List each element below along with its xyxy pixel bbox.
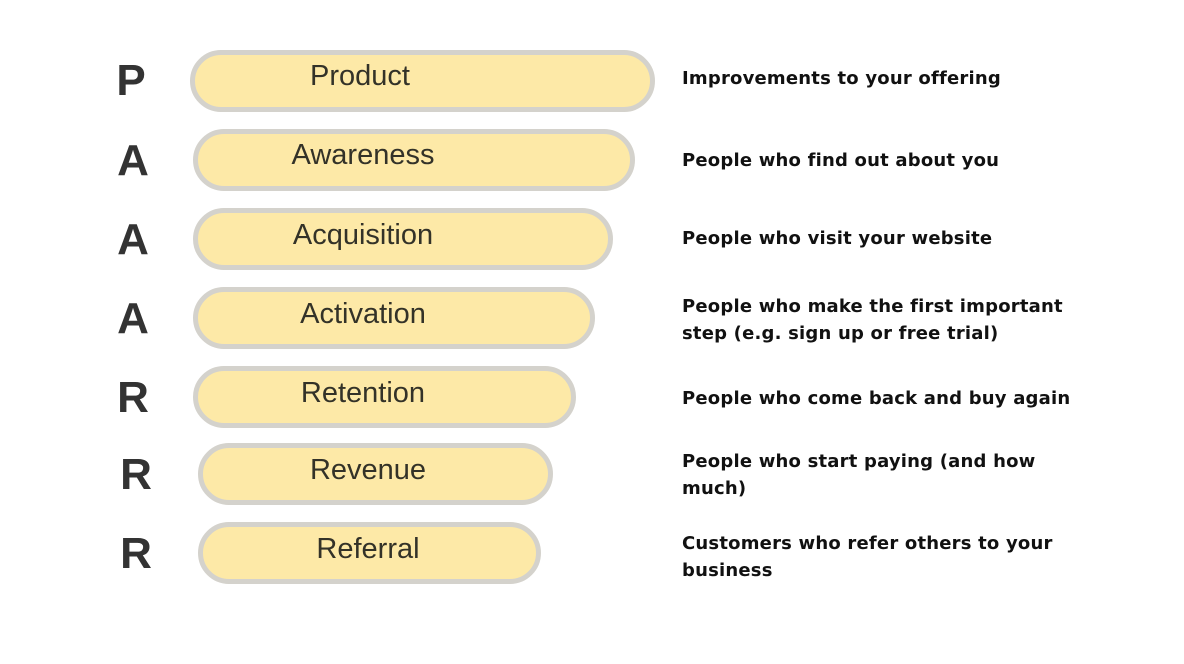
stage-description: People who visit your website: [682, 228, 993, 249]
stage-label: Awareness: [291, 139, 435, 171]
row-letter: A: [117, 215, 149, 264]
stage-label: Referral: [316, 533, 420, 565]
stage-description: People who come back and buy again: [682, 388, 1071, 409]
row-letter: R: [120, 450, 152, 499]
stage-label: Activation: [300, 298, 426, 330]
row-letter: R: [117, 373, 149, 422]
row-letter: P: [116, 56, 146, 105]
stage-description: People who make the first important step…: [682, 296, 1063, 344]
row-letter: A: [117, 136, 149, 185]
stage-label: Product: [310, 60, 410, 92]
stage-description: Improvements to your offering: [682, 68, 1001, 89]
stage-label: Retention: [300, 377, 426, 409]
row-letter: A: [117, 294, 149, 343]
row-letter: R: [120, 529, 152, 578]
stage-description: Customers who refer others to your busin…: [682, 533, 1053, 581]
stage-description: People who start paying (and how much): [682, 451, 1036, 499]
stage-pill-product: [190, 50, 655, 112]
stage-description: People who find out about you: [682, 150, 1000, 171]
stage-label: Acquisition: [292, 219, 434, 251]
stage-label: Revenue: [309, 454, 427, 486]
